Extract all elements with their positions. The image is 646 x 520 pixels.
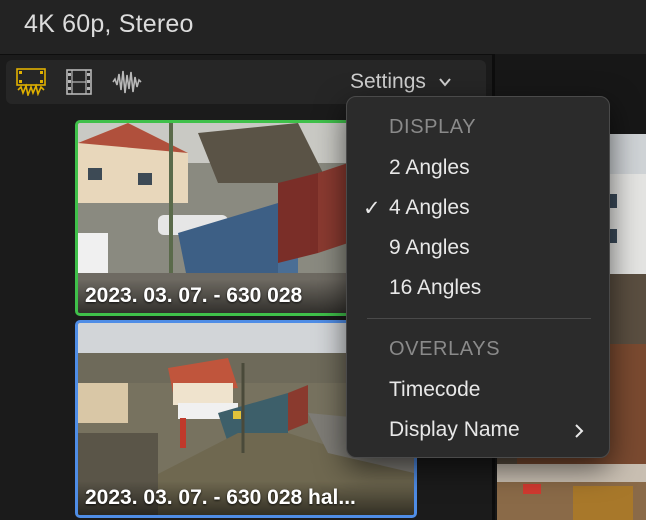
viewer-thumbnail-lower	[497, 464, 646, 520]
menu-divider	[367, 318, 591, 319]
menu-item-display-name[interactable]: Display Name	[347, 412, 609, 448]
chevron-right-icon	[575, 424, 584, 438]
settings-label: Settings	[350, 70, 426, 93]
menu-item-timecode[interactable]: Timecode	[347, 372, 609, 408]
menu-item-2-angles[interactable]: 2 Angles	[347, 150, 609, 186]
chevron-down-icon	[439, 78, 451, 87]
settings-menu: DISPLAY 2 Angles ✓ 4 Angles 9 Angles 16 …	[346, 96, 610, 458]
settings-button[interactable]: Settings	[350, 68, 452, 96]
video-audio-icon[interactable]	[16, 68, 46, 96]
menu-item-9-angles[interactable]: 9 Angles	[347, 230, 609, 266]
audio-only-icon[interactable]	[112, 68, 142, 96]
checkmark-icon: ✓	[363, 197, 381, 220]
angle-2-caption: 2023. 03. 07. - 630 028 hal...	[78, 481, 414, 515]
format-label: 4K 60p, Stereo	[24, 10, 194, 38]
menu-item-16-angles[interactable]: 16 Angles	[347, 270, 609, 306]
overlays-section-header: OVERLAYS	[389, 338, 501, 360]
video-only-icon[interactable]	[64, 68, 94, 96]
display-section-header: DISPLAY	[389, 116, 477, 138]
menu-item-4-angles[interactable]: ✓ 4 Angles	[347, 190, 609, 226]
top-bar: 4K 60p, Stereo	[0, 0, 646, 55]
